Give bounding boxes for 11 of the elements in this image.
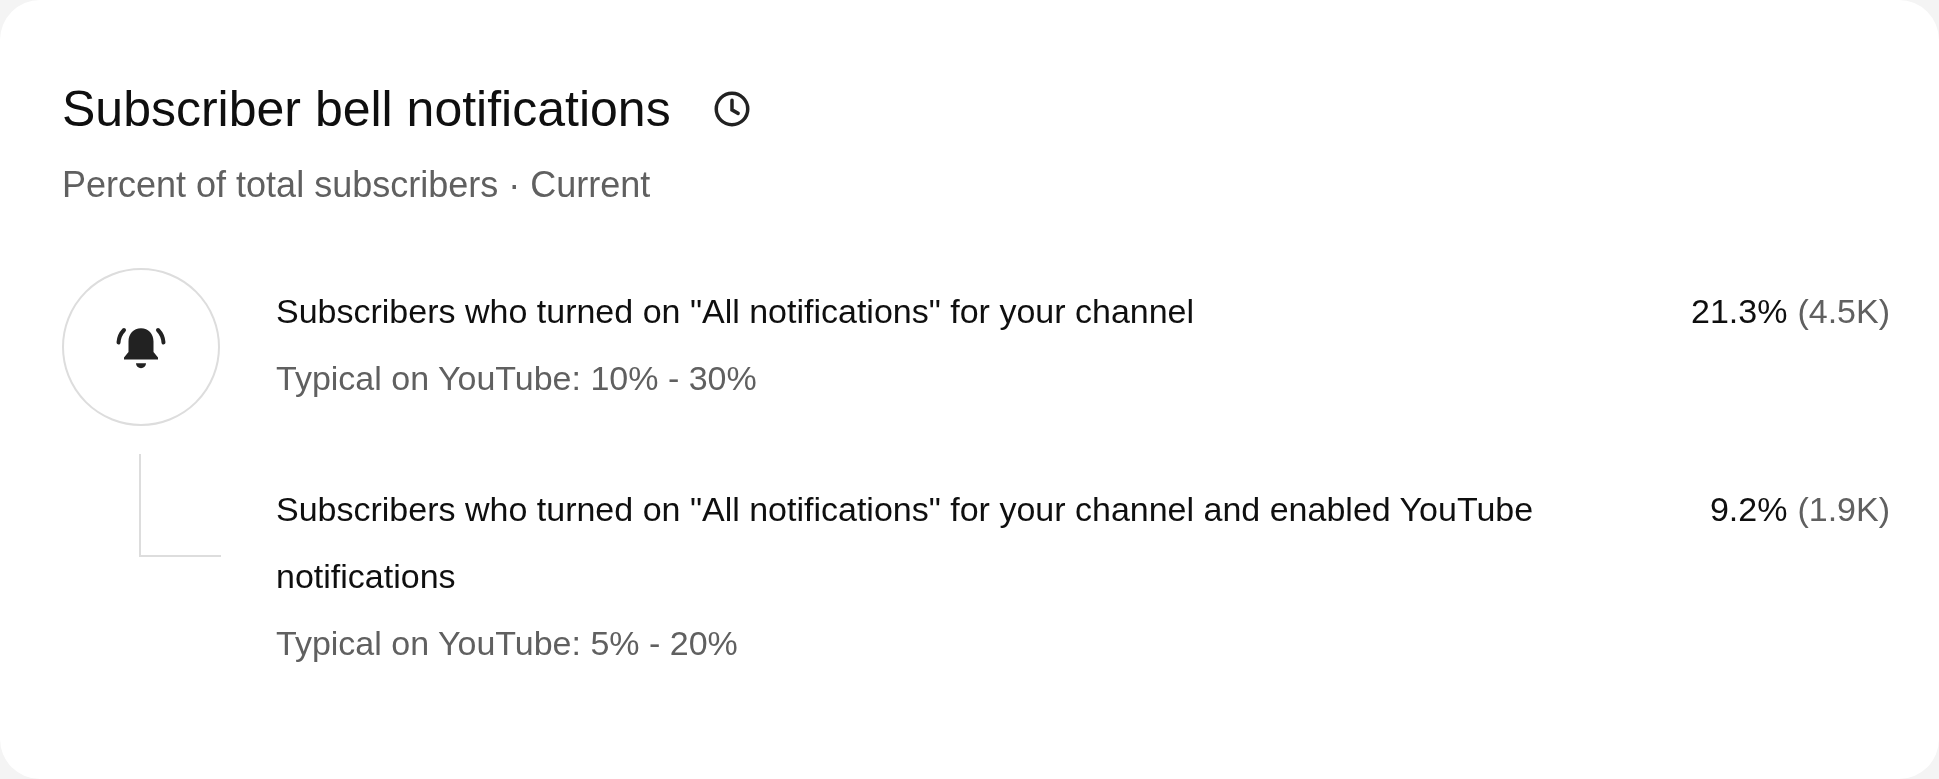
typical-range: Typical on YouTube: 10% - 30%: [276, 358, 758, 399]
card-title: Subscriber bell notifications: [62, 80, 671, 138]
card-subtitle: Percent of total subscribers · Current: [62, 164, 652, 206]
metric-label: Subscribers who turned on "All notifications" for your channel: [276, 291, 1196, 332]
percent-value: 9.2%: [1709, 490, 1788, 528]
typical-range: Typical on YouTube: 5% - 20%: [276, 623, 739, 664]
percent-value: 21.3%: [1691, 292, 1788, 330]
bell-icon: [62, 268, 220, 426]
count-value: (4.5K): [1797, 292, 1890, 330]
count-value: (1.9K): [1797, 490, 1890, 528]
metric-label: Subscribers who turned on "All notifications" for your channel and enabled YouTube notifications: [276, 489, 1535, 597]
